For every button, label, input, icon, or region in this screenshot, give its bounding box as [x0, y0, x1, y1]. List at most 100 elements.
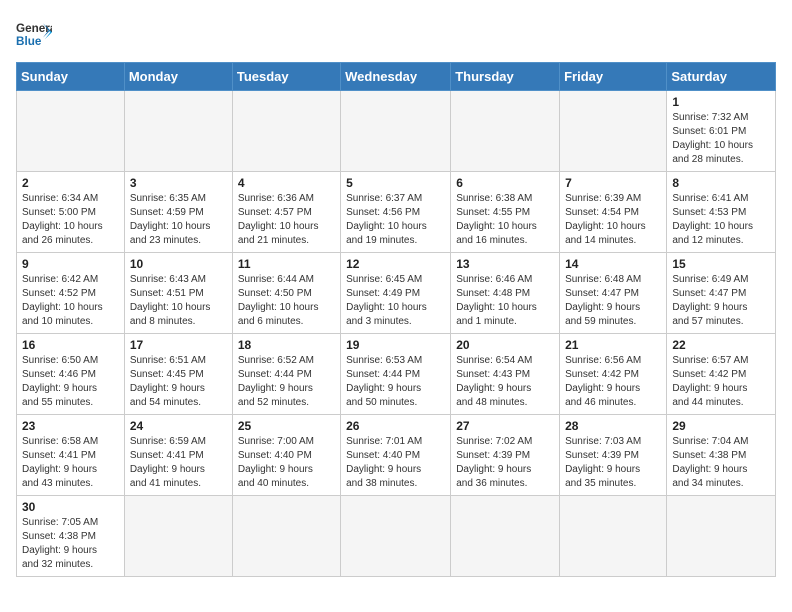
day-info: Sunrise: 6:53 AM Sunset: 4:44 PM Dayligh… [346, 354, 445, 410]
calendar-week-1: 1 Sunrise: 7:32 AM Sunset: 6:01 PM Daylig… [17, 91, 776, 172]
day-info: Sunrise: 6:34 AM Sunset: 5:00 PM Dayligh… [22, 192, 119, 248]
calendar-cell: 18 Sunrise: 6:52 AM Sunset: 4:44 PM Dayli… [232, 334, 340, 415]
day-number: 2 [22, 176, 119, 190]
day-info: Sunrise: 7:05 AM Sunset: 4:38 PM Dayligh… [22, 516, 119, 572]
calendar-cell: 25Sunrise: 7:00 AM Sunset: 4:40 PM Dayli… [232, 415, 340, 496]
day-info: Sunrise: 6:51 AM Sunset: 4:45 PM Dayligh… [130, 354, 227, 410]
calendar-cell: 11 Sunrise: 6:44 AM Sunset: 4:50 PM Dayli… [232, 253, 340, 334]
day-number: 6 [456, 176, 554, 190]
day-info: Sunrise: 6:56 AM Sunset: 4:42 PM Dayligh… [565, 354, 661, 410]
calendar-cell [560, 91, 667, 172]
calendar-week-3: 9 Sunrise: 6:42 AM Sunset: 4:52 PM Daylig… [17, 253, 776, 334]
day-info: Sunrise: 6:35 AM Sunset: 4:59 PM Dayligh… [130, 192, 227, 248]
calendar-cell: 22 Sunrise: 6:57 AM Sunset: 4:42 PM Dayli… [667, 334, 776, 415]
day-number: 12 [346, 257, 445, 271]
page-header: General Blue [16, 16, 776, 52]
day-number: 21 [565, 338, 661, 352]
day-number: 14 [565, 257, 661, 271]
calendar-cell: 10 Sunrise: 6:43 AM Sunset: 4:51 PM Dayli… [124, 253, 232, 334]
calendar-cell: 23 Sunrise: 6:58 AM Sunset: 4:41 PM Dayli… [17, 415, 125, 496]
col-header-thursday: Thursday [451, 63, 560, 91]
day-info: Sunrise: 6:36 AM Sunset: 4:57 PM Dayligh… [238, 192, 335, 248]
calendar-cell: 5 Sunrise: 6:37 AM Sunset: 4:56 PM Daylig… [341, 172, 451, 253]
day-info: Sunrise: 6:59 AM Sunset: 4:41 PM Dayligh… [130, 435, 227, 491]
calendar-cell: 1 Sunrise: 7:32 AM Sunset: 6:01 PM Daylig… [667, 91, 776, 172]
calendar-cell [667, 496, 776, 577]
col-header-friday: Friday [560, 63, 667, 91]
day-number: 10 [130, 257, 227, 271]
day-info: Sunrise: 7:02 AM Sunset: 4:39 PM Dayligh… [456, 435, 554, 491]
calendar-cell: 26Sunrise: 7:01 AM Sunset: 4:40 PM Dayli… [341, 415, 451, 496]
day-number: 11 [238, 257, 335, 271]
day-number: 28 [565, 419, 661, 433]
calendar-cell [560, 496, 667, 577]
calendar-cell: 12 Sunrise: 6:45 AM Sunset: 4:49 PM Dayli… [341, 253, 451, 334]
calendar-cell: 21 Sunrise: 6:56 AM Sunset: 4:42 PM Dayli… [560, 334, 667, 415]
day-info: Sunrise: 7:32 AM Sunset: 6:01 PM Dayligh… [672, 111, 770, 167]
day-info: Sunrise: 6:44 AM Sunset: 4:50 PM Dayligh… [238, 273, 335, 329]
day-info: Sunrise: 6:43 AM Sunset: 4:51 PM Dayligh… [130, 273, 227, 329]
calendar-cell [341, 496, 451, 577]
day-info: Sunrise: 7:00 AM Sunset: 4:40 PM Dayligh… [238, 435, 335, 491]
day-number: 19 [346, 338, 445, 352]
calendar-cell: 3 Sunrise: 6:35 AM Sunset: 4:59 PM Daylig… [124, 172, 232, 253]
day-info: Sunrise: 6:58 AM Sunset: 4:41 PM Dayligh… [22, 435, 119, 491]
day-info: Sunrise: 6:37 AM Sunset: 4:56 PM Dayligh… [346, 192, 445, 248]
calendar-cell [232, 496, 340, 577]
day-number: 4 [238, 176, 335, 190]
day-number: 9 [22, 257, 119, 271]
day-number: 17 [130, 338, 227, 352]
calendar-cell [341, 91, 451, 172]
calendar-cell: 13 Sunrise: 6:46 AM Sunset: 4:48 PM Dayli… [451, 253, 560, 334]
calendar-week-4: 16 Sunrise: 6:50 AM Sunset: 4:46 PM Dayli… [17, 334, 776, 415]
calendar-cell: 27 Sunrise: 7:02 AM Sunset: 4:39 PM Dayli… [451, 415, 560, 496]
day-number: 5 [346, 176, 445, 190]
day-number: 27 [456, 419, 554, 433]
day-info: Sunrise: 6:45 AM Sunset: 4:49 PM Dayligh… [346, 273, 445, 329]
calendar-cell [232, 91, 340, 172]
day-number: 1 [672, 95, 770, 109]
day-number: 23 [22, 419, 119, 433]
day-number: 3 [130, 176, 227, 190]
day-info: Sunrise: 6:52 AM Sunset: 4:44 PM Dayligh… [238, 354, 335, 410]
calendar-cell: 16 Sunrise: 6:50 AM Sunset: 4:46 PM Dayli… [17, 334, 125, 415]
day-number: 18 [238, 338, 335, 352]
calendar-cell: 28 Sunrise: 7:03 AM Sunset: 4:39 PM Dayli… [560, 415, 667, 496]
day-info: Sunrise: 6:42 AM Sunset: 4:52 PM Dayligh… [22, 273, 119, 329]
calendar-cell: 29Sunrise: 7:04 AM Sunset: 4:38 PM Dayli… [667, 415, 776, 496]
day-number: 7 [565, 176, 661, 190]
day-number: 20 [456, 338, 554, 352]
calendar-cell [17, 91, 125, 172]
calendar-cell: 17 Sunrise: 6:51 AM Sunset: 4:45 PM Dayli… [124, 334, 232, 415]
calendar-cell [451, 91, 560, 172]
day-number: 30 [22, 500, 119, 514]
day-number: 8 [672, 176, 770, 190]
calendar-cell: 14Sunrise: 6:48 AM Sunset: 4:47 PM Dayli… [560, 253, 667, 334]
day-info: Sunrise: 7:04 AM Sunset: 4:38 PM Dayligh… [672, 435, 770, 491]
day-number: 22 [672, 338, 770, 352]
calendar-cell: 7 Sunrise: 6:39 AM Sunset: 4:54 PM Daylig… [560, 172, 667, 253]
day-number: 16 [22, 338, 119, 352]
day-info: Sunrise: 6:39 AM Sunset: 4:54 PM Dayligh… [565, 192, 661, 248]
calendar-week-5: 23 Sunrise: 6:58 AM Sunset: 4:41 PM Dayli… [17, 415, 776, 496]
calendar-cell: 6 Sunrise: 6:38 AM Sunset: 4:55 PM Daylig… [451, 172, 560, 253]
day-number: 13 [456, 257, 554, 271]
day-number: 24 [130, 419, 227, 433]
col-header-wednesday: Wednesday [341, 63, 451, 91]
calendar-cell: 24 Sunrise: 6:59 AM Sunset: 4:41 PM Dayli… [124, 415, 232, 496]
calendar-cell: 2 Sunrise: 6:34 AM Sunset: 5:00 PM Daylig… [17, 172, 125, 253]
day-info: Sunrise: 6:49 AM Sunset: 4:47 PM Dayligh… [672, 273, 770, 329]
day-info: Sunrise: 7:03 AM Sunset: 4:39 PM Dayligh… [565, 435, 661, 491]
col-header-monday: Monday [124, 63, 232, 91]
day-number: 15 [672, 257, 770, 271]
calendar-week-6: 30 Sunrise: 7:05 AM Sunset: 4:38 PM Dayli… [17, 496, 776, 577]
day-info: Sunrise: 7:01 AM Sunset: 4:40 PM Dayligh… [346, 435, 445, 491]
day-info: Sunrise: 6:38 AM Sunset: 4:55 PM Dayligh… [456, 192, 554, 248]
day-info: Sunrise: 6:46 AM Sunset: 4:48 PM Dayligh… [456, 273, 554, 329]
day-info: Sunrise: 6:50 AM Sunset: 4:46 PM Dayligh… [22, 354, 119, 410]
day-info: Sunrise: 6:57 AM Sunset: 4:42 PM Dayligh… [672, 354, 770, 410]
calendar-week-2: 2 Sunrise: 6:34 AM Sunset: 5:00 PM Daylig… [17, 172, 776, 253]
calendar-header-row: SundayMondayTuesdayWednesdayThursdayFrid… [17, 63, 776, 91]
calendar-cell: 20Sunrise: 6:54 AM Sunset: 4:43 PM Dayli… [451, 334, 560, 415]
calendar-cell: 30 Sunrise: 7:05 AM Sunset: 4:38 PM Dayli… [17, 496, 125, 577]
